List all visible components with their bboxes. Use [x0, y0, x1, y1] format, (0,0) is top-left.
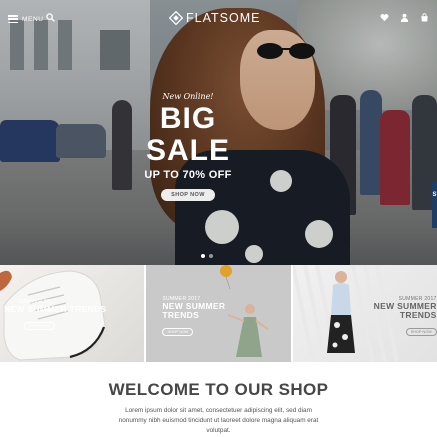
hero-kicker: New Online! — [162, 92, 214, 101]
next-slide-teaser[interactable]: S — [432, 182, 437, 228]
promo-banner-dress[interactable]: SUMMER 2017 NEW SUMMER TRENDS SHOP NOW — [146, 265, 291, 362]
menu-label: MENU — [22, 15, 44, 23]
promo-banners: SUMMER 2017 NEW SUMMER TRENDS SHOP NOW S… — [0, 265, 437, 362]
menu-button[interactable]: MENU — [8, 12, 44, 26]
hero-slider[interactable]: New Online! BIG SALE UP TO 70% OFF SHOP … — [0, 0, 437, 265]
hero-caption: New Online! BIG SALE UP TO 70% OFF SHOP … — [118, 92, 258, 201]
promo-banner-sneakers[interactable]: SUMMER 2017 NEW SUMMER TRENDS SHOP NOW — [0, 265, 145, 362]
slider-dot-2[interactable] — [209, 254, 213, 258]
promo-shop-now-button[interactable]: SHOP NOW — [162, 328, 194, 336]
promo-caption: SUMMER 2017 NEW SUMMER TRENDS SHOP NOW — [369, 296, 437, 338]
welcome-body: Lorem ipsum dolor sit amet, consectetuer… — [118, 407, 319, 434]
site-logo[interactable]: FLATSOME — [169, 10, 260, 26]
logo-diamond-icon — [169, 11, 183, 25]
hero-title: BIG SALE — [145, 102, 230, 167]
promo-banner-floral[interactable]: SUMMER 2017 NEW SUMMER TRENDS SHOP NOW — [292, 265, 437, 362]
slider-dot-1[interactable] — [201, 254, 205, 258]
hero-subtitle: UP TO 70% OFF — [144, 169, 232, 181]
shop-now-button[interactable]: SHOP NOW — [161, 189, 215, 201]
search-icon[interactable] — [46, 13, 55, 22]
promo-title: NEW SUMMER TRENDS — [373, 301, 437, 320]
heart-icon[interactable] — [380, 13, 389, 22]
cart-icon[interactable] — [420, 13, 429, 22]
slider-dots — [201, 254, 213, 258]
promo-title: NEW SUMMER TRENDS — [162, 301, 226, 320]
promo-shop-now-button[interactable]: SHOP NOW — [24, 322, 56, 330]
user-icon[interactable] — [400, 13, 409, 22]
welcome-section: WELCOME TO OUR SHOP Lorem ipsum dolor si… — [0, 362, 437, 437]
menu-icon — [8, 15, 18, 23]
header-actions — [380, 13, 429, 22]
promo-shop-now-button[interactable]: SHOP NOW — [405, 328, 437, 336]
promo-title: NEW SUMMER TRENDS — [4, 304, 107, 314]
promo-caption: SUMMER 2017 NEW SUMMER TRENDS SHOP NOW — [162, 296, 242, 338]
logo-text: FLATSOME — [186, 11, 261, 25]
welcome-title: WELCOME TO OUR SHOP — [108, 380, 329, 399]
site-header: MENU FLATSOME — [0, 0, 437, 36]
promo-caption: SUMMER 2017 NEW SUMMER TRENDS SHOP NOW — [4, 299, 106, 332]
